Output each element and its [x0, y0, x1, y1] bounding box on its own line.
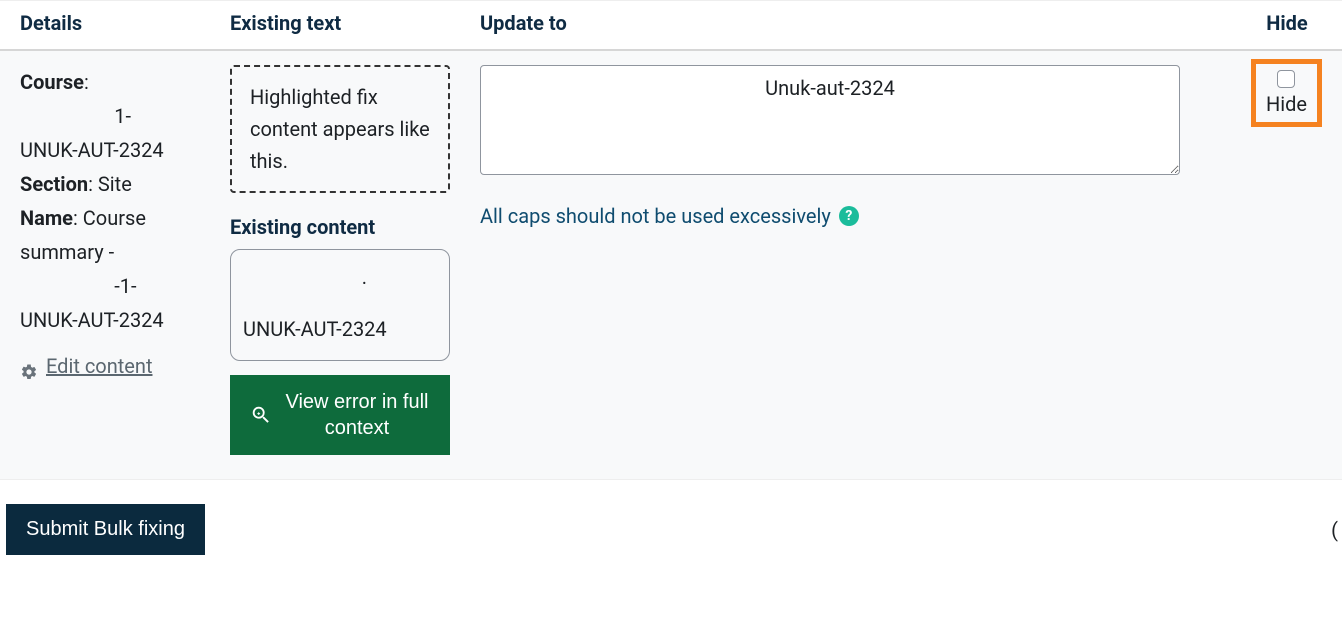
hide-highlight-box: Hide	[1251, 59, 1322, 127]
existing-content-box: . UNUK-AUT-2324	[230, 249, 450, 361]
header-update: Update to	[480, 11, 1252, 35]
view-error-button[interactable]: View error in full context	[230, 375, 450, 455]
name-value-2: -1-	[114, 274, 136, 298]
name-value-3: UNUK-AUT-2324	[20, 308, 164, 332]
edit-content-link[interactable]: Edit content	[20, 349, 152, 383]
section-value: Site	[98, 172, 132, 196]
header-hide: Hide	[1252, 11, 1322, 35]
hide-checkbox-label: Hide	[1266, 92, 1307, 116]
section-label: Section	[20, 172, 88, 196]
existing-content-label: Existing content	[230, 215, 480, 239]
details-cell: Course: 1- UNUK-AUT-2324 Section: Site N…	[20, 65, 230, 455]
edit-content-label: Edit content	[46, 349, 152, 383]
hide-checkbox[interactable]	[1277, 70, 1295, 88]
footer: Submit Bulk fixing (	[0, 480, 1342, 555]
help-icon[interactable]: ?	[839, 206, 859, 226]
update-textarea[interactable]	[480, 65, 1180, 175]
course-value-2: UNUK-AUT-2324	[20, 138, 164, 162]
update-cell: All caps should not be used excessively …	[480, 65, 1251, 455]
existing-content-line-2: UNUK-AUT-2324	[243, 312, 437, 346]
existing-content-line-1: .	[243, 260, 437, 294]
course-label: Course	[20, 70, 84, 94]
caps-warning-text: All caps should not be used excessively	[480, 204, 831, 228]
header-details: Details	[20, 11, 230, 35]
header-existing: Existing text	[230, 11, 480, 35]
hide-cell: Hide	[1251, 65, 1322, 455]
zoom-in-icon	[250, 404, 272, 426]
gear-icon	[20, 357, 38, 375]
existing-cell: Highlighted fix content appears like thi…	[230, 65, 480, 455]
highlighted-fix-box: Highlighted fix content appears like thi…	[230, 65, 450, 193]
submit-bulk-fixing-button[interactable]: Submit Bulk fixing	[6, 504, 205, 555]
table-header: Details Existing text Update to Hide	[0, 0, 1342, 51]
course-value-1	[20, 104, 114, 128]
name-label: Name	[20, 206, 73, 230]
caps-warning: All caps should not be used excessively …	[480, 204, 1251, 228]
table-row: Course: 1- UNUK-AUT-2324 Section: Site N…	[0, 51, 1342, 480]
trailing-char: (	[1331, 518, 1342, 542]
view-error-label: View error in full context	[284, 389, 430, 441]
